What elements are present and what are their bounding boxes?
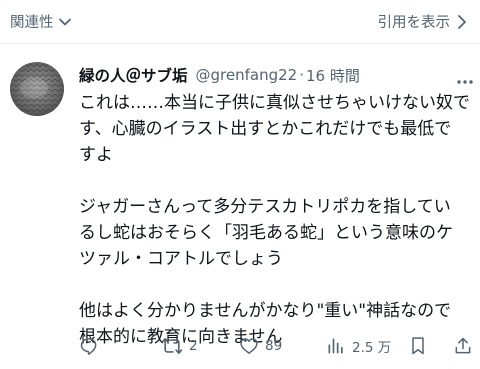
header-separator: · [299,66,304,84]
avatar-image [10,62,64,116]
share-button[interactable] [453,336,473,356]
display-name[interactable]: 緑の人＠サブ垢 [79,64,188,86]
post-timestamp[interactable]: 16 時間 [306,65,360,86]
post-line: ツァル・コアトルでしょう [79,249,283,269]
more-icon [457,80,473,84]
post-header: 緑の人＠サブ垢 @grenfang22 · 16 時間 [79,63,470,87]
share-icon [455,337,471,354]
more-options-button[interactable] [456,70,474,89]
views-icon [328,338,343,354]
post-paragraph: これは……本当に子供に真似させちゃいけない奴で す、心臓のイラスト出すとかこれだ… [79,90,471,168]
reply-button[interactable] [79,336,99,356]
user-handle[interactable]: @grenfang22 [196,66,298,84]
like-count: 89 [265,338,283,354]
retweet-button[interactable]: 2 [161,336,198,356]
sort-relevance-dropdown[interactable]: 関連性 [10,11,72,32]
bookmark-button[interactable] [409,336,427,356]
views-button[interactable]: 2.5 万 [326,336,391,356]
post-paragraph: ジャガーさんって多分テスカトリポカを指してい るし蛇はおそらく「羽毛ある蛇」とい… [79,194,471,272]
sort-relevance-label: 関連性 [10,15,54,31]
reply-icon [80,338,97,355]
post-line: すよ [79,145,113,165]
bookmark-icon [412,337,424,355]
chevron-down-icon [58,18,71,25]
view-quotes-label: 引用を表示 [377,15,451,31]
post-line: これは……本当に子供に真似させちゃいけない奴で [79,93,470,113]
post-line: ジャガーさんって多分テスカトリポカを指してい [79,197,451,217]
post-line: るし蛇はおそらく「羽毛ある蛇」という意味のケ [79,223,453,243]
post-action-bar: 2 89 2.5 万 [79,334,474,358]
post-line: 他はよく分かりませんがかなり"重い"神話なので [79,301,452,321]
avatar[interactable] [10,62,64,116]
chevron-right-icon [458,14,466,29]
reply-sort-bar: 関連性 引用を表示 [0,0,480,44]
like-button[interactable]: 89 [239,336,282,356]
view-quotes-link[interactable]: 引用を表示 [378,11,469,32]
post-text: これは……本当に子供に真似させちゃいけない奴で す、心臓のイラスト出すとかこれだ… [79,90,471,350]
view-count: 2.5 万 [352,340,392,356]
retweet-icon [161,337,183,355]
retweet-count: 2 [189,338,198,354]
post-line: す、心臓のイラスト出すとかこれだけでも最低で [79,119,452,139]
like-icon [240,338,258,354]
